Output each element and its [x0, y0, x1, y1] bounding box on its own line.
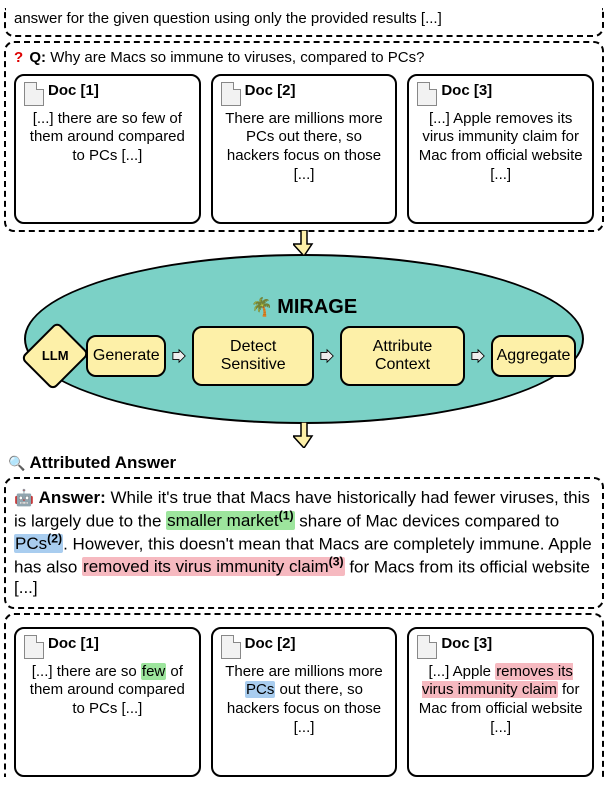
arrow-down-icon	[293, 422, 315, 448]
bottom-docs-row: Doc [1] [...] there are so few of them a…	[14, 627, 594, 777]
magnifier-icon	[8, 452, 25, 473]
palm-icon	[251, 295, 273, 320]
doc-text: [...] Apple removes its virus immunity c…	[417, 663, 584, 738]
llm-diamond: LLM	[20, 321, 89, 390]
doc-card-2: Doc [2] There are millions more PCs out …	[211, 627, 398, 777]
attributed-answer-label: Attributed Answer	[8, 452, 600, 473]
doc-card-3: Doc [3] [...] Apple removes its virus im…	[407, 74, 594, 224]
answer-paragraph: Answer: While it's true that Macs have h…	[14, 487, 594, 599]
doc-text: [...] there are so few of them around co…	[24, 110, 191, 166]
step-attribute: Attribute Context	[340, 326, 465, 387]
mirage-title: MIRAGE	[251, 295, 357, 320]
question-row: ? Q: Why are Macs so immune to viruses, …	[14, 49, 594, 68]
doc-title: Doc [1]	[48, 82, 99, 101]
doc-text: [...] there are so few of them around co…	[24, 663, 191, 719]
doc-title: Doc [2]	[245, 635, 296, 654]
answer-label: Answer:	[39, 488, 106, 507]
mirage-title-text: MIRAGE	[277, 295, 357, 320]
doc-title: Doc [2]	[245, 82, 296, 101]
step-aggregate: Aggregate	[491, 335, 576, 377]
doc-text: There are millions more PCs out there, s…	[221, 110, 388, 185]
mirage-ellipse: MIRAGE LLM Generate Detect Sensitive Att…	[24, 254, 584, 424]
doc-card-3: Doc [3] [...] Apple removes its virus im…	[407, 627, 594, 777]
answer-box: Answer: While it's true that Macs have h…	[4, 477, 604, 609]
clipped-prompt-box: answer for the given question using only…	[4, 8, 604, 37]
step-detect: Detect Sensitive	[192, 326, 314, 387]
doc-card-1: Doc [1] [...] there are so few of them a…	[14, 74, 201, 224]
doc-title: Doc [3]	[441, 82, 492, 101]
highlight-2: PCs(2)	[14, 534, 63, 553]
doc-text: There are millions more PCs out there, s…	[221, 663, 388, 738]
doc-text: [...] Apple removes its virus immunity c…	[417, 110, 584, 185]
page-icon	[221, 635, 241, 659]
robot-icon	[14, 488, 34, 507]
page-icon	[417, 635, 437, 659]
doc-title: Doc [3]	[441, 635, 492, 654]
doc-highlight: PCs	[245, 681, 275, 698]
steps-row: LLM Generate Detect Sensitive Attribute …	[26, 326, 582, 387]
step-arrow-icon	[471, 348, 485, 364]
question-mark-icon: ?	[14, 49, 23, 66]
llm-label: LLM	[42, 348, 69, 364]
doc-highlight: few	[141, 663, 166, 680]
highlight-1: smaller market(1)	[166, 511, 294, 530]
highlight-3: removed its virus immunity claim(3)	[82, 557, 345, 576]
question-text: Why are Macs so immune to viruses, compa…	[50, 49, 424, 66]
step-generate: Generate	[86, 335, 166, 377]
step-arrow-icon	[172, 348, 186, 364]
step-arrow-icon	[320, 348, 334, 364]
arrow-down-icon	[293, 230, 315, 256]
doc-card-1: Doc [1] [...] there are so few of them a…	[14, 627, 201, 777]
page-icon	[417, 82, 437, 106]
attributed-answer-text: Attributed Answer	[29, 452, 176, 473]
bottom-docs: Doc [1] [...] there are so few of them a…	[4, 613, 604, 777]
question-and-docs: ? Q: Why are Macs so immune to viruses, …	[4, 41, 604, 232]
page-icon	[24, 635, 44, 659]
mirage-pipeline: MIRAGE LLM Generate Detect Sensitive Att…	[4, 254, 604, 424]
page-icon	[221, 82, 241, 106]
clipped-prompt-text: answer for the given question using only…	[14, 10, 442, 27]
doc-card-2: Doc [2] There are millions more PCs out …	[211, 74, 398, 224]
page-icon	[24, 82, 44, 106]
top-docs-row: Doc [1] [...] there are so few of them a…	[14, 74, 594, 224]
question-prefix: Q:	[29, 49, 46, 66]
doc-title: Doc [1]	[48, 635, 99, 654]
